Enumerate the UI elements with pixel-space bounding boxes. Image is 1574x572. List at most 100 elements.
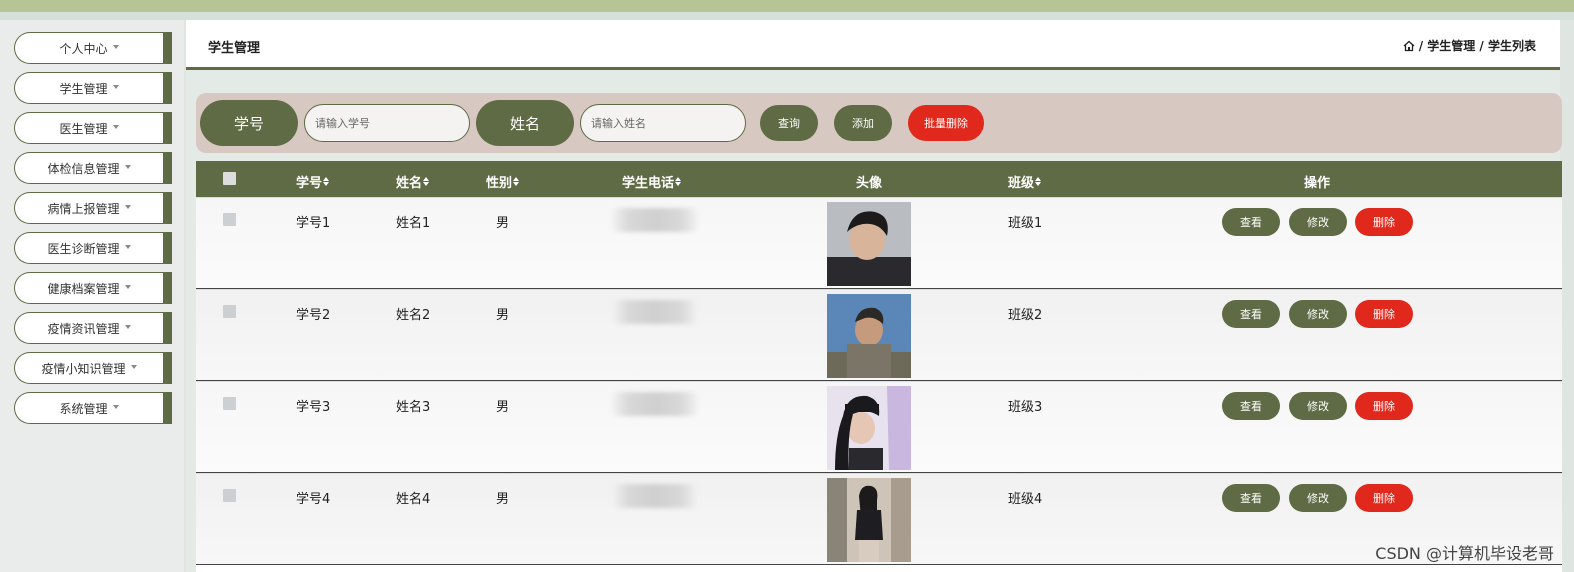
top-shadow-bar <box>0 12 1574 20</box>
main-content: 学生管理 / 学生管理 / 学生列表 学号 姓名 查询 添加 批量删除 学号 姓… <box>186 20 1562 572</box>
sidebar-item-student-management[interactable]: 学生管理 <box>14 72 172 104</box>
student-name-input[interactable] <box>580 104 746 142</box>
caret-down-icon <box>124 285 131 289</box>
column-header-avatar: 头像 <box>856 172 882 191</box>
column-header-actions: 操作 <box>1304 172 1330 191</box>
cell-student-id: 学号2 <box>296 308 331 323</box>
student-name-label: 姓名 <box>476 100 574 146</box>
sidebar-item-label: 系统管理 <box>59 401 108 416</box>
home-icon[interactable] <box>1403 40 1415 52</box>
view-button[interactable]: 查看 <box>1222 484 1280 512</box>
column-header-name[interactable]: 姓名 <box>396 172 430 191</box>
sidebar-item-doctor-diagnosis[interactable]: 医生诊断管理 <box>14 232 172 264</box>
add-button[interactable]: 添加 <box>834 105 892 141</box>
cell-gender: 男 <box>496 216 510 231</box>
cell-student-name: 姓名2 <box>396 308 431 323</box>
caret-down-icon <box>124 205 131 209</box>
sidebar-item-label: 个人中心 <box>59 41 108 56</box>
sidebar-item-health-records[interactable]: 健康档案管理 <box>14 272 172 304</box>
cell-student-name: 姓名4 <box>396 492 431 507</box>
cell-student-id: 学号1 <box>296 216 331 231</box>
row-checkbox[interactable] <box>223 213 236 226</box>
column-header-class[interactable]: 班级 <box>1008 172 1042 191</box>
caret-down-icon <box>124 165 131 169</box>
view-button[interactable]: 查看 <box>1222 392 1280 420</box>
cell-gender: 男 <box>496 400 510 415</box>
column-header-label: 操作 <box>1304 176 1331 191</box>
avatar[interactable] <box>827 202 911 286</box>
view-button[interactable]: 查看 <box>1222 208 1280 236</box>
phone-blurred <box>612 300 698 324</box>
caret-down-icon <box>130 365 137 369</box>
column-header-label: 性别 <box>486 176 513 191</box>
avatar[interactable] <box>827 294 911 378</box>
edit-button[interactable]: 修改 <box>1289 208 1347 236</box>
delete-button[interactable]: 删除 <box>1355 392 1413 420</box>
row-checkbox[interactable] <box>223 305 236 318</box>
table-header: 学号 姓名 性别 学生电话 头像 班级 操作 <box>196 161 1562 197</box>
delete-button[interactable]: 删除 <box>1355 484 1413 512</box>
caret-down-icon <box>112 85 119 89</box>
sidebar-item-system-management[interactable]: 系统管理 <box>14 392 172 424</box>
caret-down-icon <box>124 325 131 329</box>
row-checkbox[interactable] <box>223 397 236 410</box>
select-all-checkbox[interactable] <box>223 172 236 185</box>
top-accent-bar <box>0 0 1574 12</box>
table-row: 学号3 姓名3 男 班级3 查看 修改 删除 <box>196 381 1562 473</box>
caret-down-icon <box>112 125 119 129</box>
column-header-gender[interactable]: 性别 <box>486 172 520 191</box>
student-id-label: 学号 <box>200 100 298 146</box>
column-header-phone[interactable]: 学生电话 <box>622 172 682 191</box>
column-header-id[interactable]: 学号 <box>296 172 330 191</box>
sidebar-item-epidemic-news[interactable]: 疫情资讯管理 <box>14 312 172 344</box>
sidebar-item-illness-report[interactable]: 病情上报管理 <box>14 192 172 224</box>
row-checkbox[interactable] <box>223 489 236 502</box>
edit-button[interactable]: 修改 <box>1289 392 1347 420</box>
cell-class: 班级3 <box>1008 400 1043 415</box>
sidebar-item-label: 疫情资讯管理 <box>47 321 120 336</box>
sort-icon <box>423 177 430 186</box>
column-header-label: 头像 <box>856 176 883 191</box>
cell-student-id: 学号3 <box>296 400 331 415</box>
avatar[interactable] <box>827 386 911 470</box>
table-row: 学号4 姓名4 男 班级4 查看 修改 删除 <box>196 473 1562 565</box>
sort-icon <box>675 177 682 186</box>
caret-down-icon <box>112 405 119 409</box>
sort-icon <box>513 177 520 186</box>
page-header: 学生管理 / 学生管理 / 学生列表 <box>186 20 1560 70</box>
sidebar-item-label: 疫情小知识管理 <box>41 361 126 376</box>
sidebar-item-label: 体检信息管理 <box>47 161 120 176</box>
cell-class: 班级4 <box>1008 492 1043 507</box>
sidebar-item-personal-center[interactable]: 个人中心 <box>14 32 172 64</box>
sidebar-item-label: 医生管理 <box>59 121 108 136</box>
edit-button[interactable]: 修改 <box>1289 484 1347 512</box>
view-button[interactable]: 查看 <box>1222 300 1280 328</box>
query-button[interactable]: 查询 <box>760 105 818 141</box>
cell-gender: 男 <box>496 492 510 507</box>
avatar[interactable] <box>827 478 911 562</box>
sidebar-item-epidemic-tips[interactable]: 疫情小知识管理 <box>14 352 172 384</box>
cell-gender: 男 <box>496 308 510 323</box>
sidebar-item-doctor-management[interactable]: 医生管理 <box>14 112 172 144</box>
batch-delete-button[interactable]: 批量删除 <box>908 105 984 141</box>
cell-student-name: 姓名3 <box>396 400 431 415</box>
sidebar-item-label: 健康档案管理 <box>47 281 120 296</box>
sidebar: 个人中心 学生管理 医生管理 体检信息管理 病情上报管理 医生诊断管理 健康档案… <box>0 20 184 572</box>
watermark: CSDN @计算机毕设老哥 <box>1375 544 1554 563</box>
delete-button[interactable]: 删除 <box>1355 300 1413 328</box>
phone-blurred <box>612 208 698 232</box>
sidebar-item-physical-exam[interactable]: 体检信息管理 <box>14 152 172 184</box>
column-header-label: 学生电话 <box>622 176 675 191</box>
breadcrumb-text[interactable]: / 学生管理 / 学生列表 <box>1419 37 1536 54</box>
phone-blurred <box>612 484 698 508</box>
student-id-input[interactable] <box>304 104 470 142</box>
table-row: 学号2 姓名2 男 班级2 查看 修改 删除 <box>196 289 1562 381</box>
edit-button[interactable]: 修改 <box>1289 300 1347 328</box>
sidebar-item-label: 医生诊断管理 <box>47 241 120 256</box>
search-bar: 学号 姓名 查询 添加 批量删除 <box>196 93 1562 153</box>
delete-button[interactable]: 删除 <box>1355 208 1413 236</box>
page-title: 学生管理 <box>208 41 261 56</box>
sort-icon <box>1035 177 1042 186</box>
column-header-label: 学号 <box>296 176 323 191</box>
student-table: 学号 姓名 性别 学生电话 头像 班级 操作 学号1 姓名1 男 班级1 查看 … <box>196 161 1562 572</box>
